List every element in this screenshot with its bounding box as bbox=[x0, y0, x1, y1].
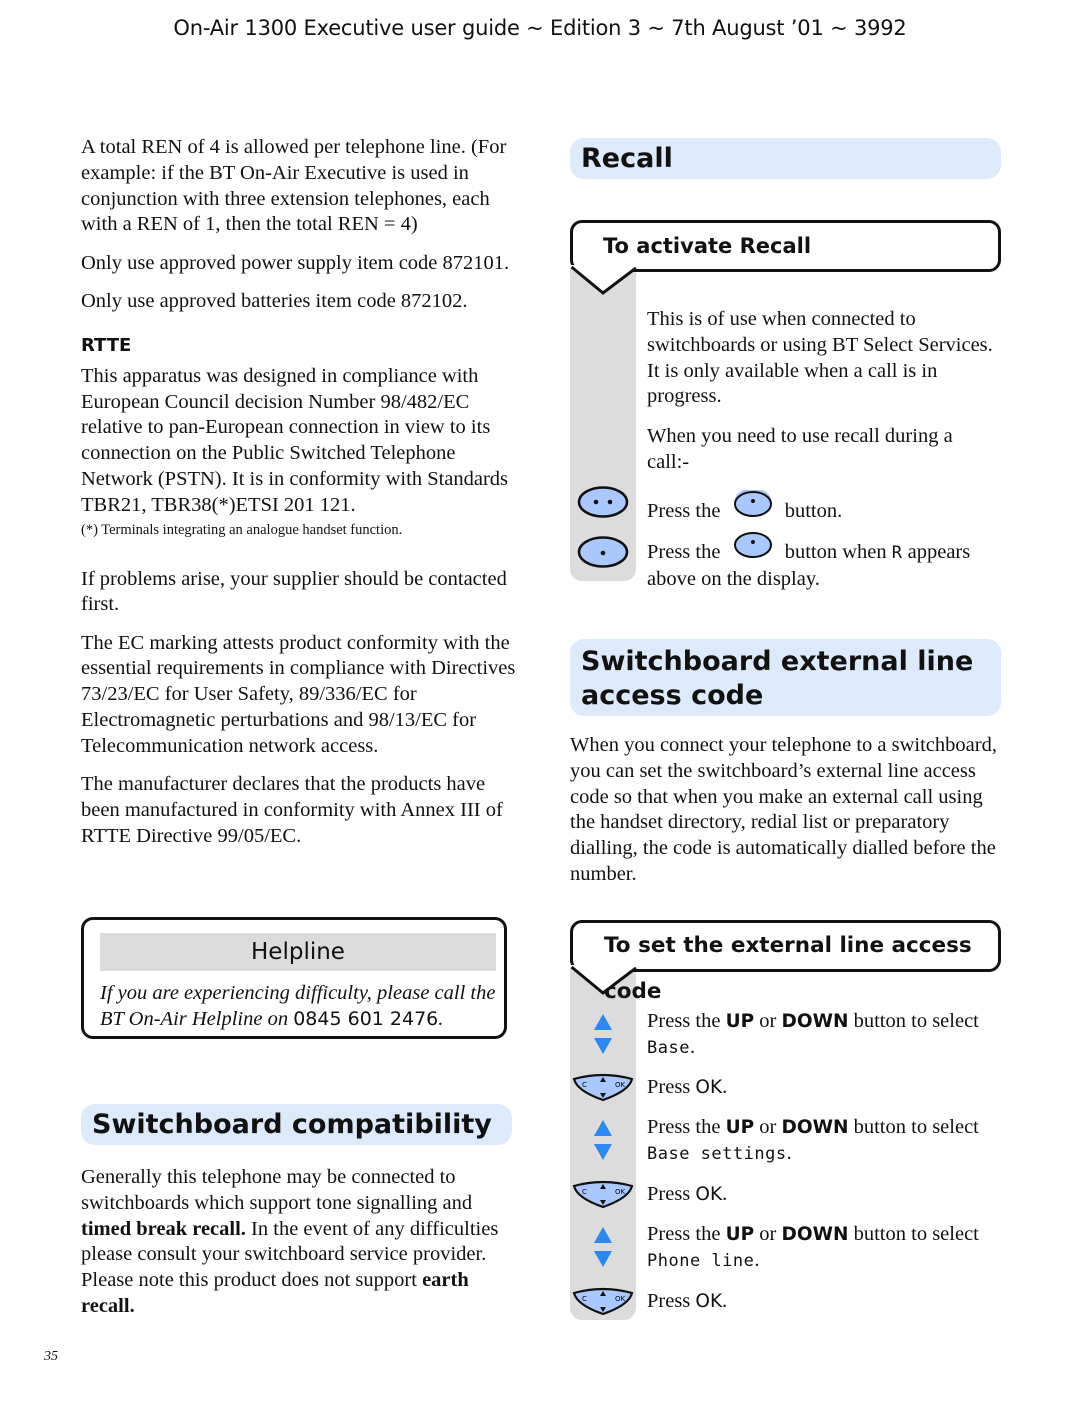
step-or: or bbox=[759, 1223, 777, 1245]
helpline-phone-number: 0845 601 2476 bbox=[293, 1008, 439, 1030]
external-line-paragraph: When you connect your telephone to a swi… bbox=[570, 734, 997, 885]
down-label: DOWN bbox=[781, 1011, 849, 1032]
navigation-ok-button-icon: C OK bbox=[572, 1287, 634, 1316]
rtte-paragraph: This apparatus was designed in complianc… bbox=[81, 364, 509, 516]
ren-paragraph: A total REN of 4 is allowed per telephon… bbox=[81, 136, 507, 236]
down-label: DOWN bbox=[781, 1224, 849, 1245]
step-pre: Press the bbox=[647, 1010, 721, 1032]
recall-intro: This is of use when connected to switchb… bbox=[647, 308, 993, 408]
up-arrow-icon bbox=[594, 1227, 612, 1243]
down-arrow-icon bbox=[594, 1038, 612, 1054]
one-dot-button-icon bbox=[577, 536, 629, 568]
external-line-heading-line-2: access code bbox=[581, 680, 764, 711]
up-down-arrows-icon bbox=[594, 1014, 612, 1054]
up-label: UP bbox=[725, 1224, 755, 1245]
display-text: Phone line bbox=[647, 1250, 755, 1271]
recall-callout-notch bbox=[570, 265, 637, 295]
ok-label: OK bbox=[615, 1188, 626, 1196]
helpline-box: Helpline If you are experiencing difficu… bbox=[81, 917, 507, 1039]
up-down-arrows-icon bbox=[594, 1120, 612, 1160]
helpline-text: If you are experiencing difficulty, plea… bbox=[100, 980, 500, 1032]
step-or: or bbox=[759, 1116, 777, 1138]
manufacturer-paragraph: The manufacturer declares that the produ… bbox=[81, 773, 503, 847]
supplier-paragraph: If problems arise, your supplier should … bbox=[81, 567, 507, 616]
step-pre: Press the bbox=[647, 1116, 721, 1138]
step-pre: Press bbox=[647, 1183, 691, 1205]
helpline-period: . bbox=[438, 1008, 444, 1030]
ok-label: OK bbox=[695, 1184, 723, 1205]
power-supply-paragraph: Only use approved power supply item code… bbox=[81, 251, 510, 274]
external-line-callout-notch bbox=[570, 965, 637, 995]
display-text: Base settings bbox=[647, 1143, 787, 1164]
external-line-heading-line-1: Switchboard external line bbox=[581, 646, 974, 677]
ec-marking-paragraph: The EC marking attests product conformit… bbox=[81, 631, 516, 757]
up-label: UP bbox=[725, 1011, 755, 1032]
recall-step-1: Press the button. bbox=[647, 488, 1007, 525]
ok-label: OK bbox=[695, 1291, 723, 1312]
navigation-ok-button-icon: C OK bbox=[572, 1073, 634, 1102]
step-end: . bbox=[786, 1141, 792, 1164]
external-line-step: Press the UP or DOWN button to select Ba… bbox=[647, 1115, 1007, 1168]
external-line-step: Press the UP or DOWN button to select Ph… bbox=[647, 1222, 1007, 1275]
step-post: button to select bbox=[853, 1223, 979, 1245]
step-end: . bbox=[722, 1076, 728, 1098]
switchboard-compatibility-paragraph: Generally this telephone may be connecte… bbox=[81, 1165, 521, 1320]
rtte-footnote: (*) Terminals integrating an analogue ha… bbox=[81, 521, 403, 538]
step-pre: Press bbox=[647, 1290, 691, 1312]
step-post: button to select bbox=[853, 1010, 979, 1032]
recall-when: When you need to use recall during a cal… bbox=[647, 425, 953, 473]
external-line-heading: Switchboard external line access code bbox=[570, 639, 1001, 716]
navigation-ok-button-icon: C OK bbox=[572, 1180, 634, 1209]
external-line-step: Press OK. bbox=[647, 1289, 1007, 1315]
recall-step-1-pre: Press the bbox=[647, 500, 721, 522]
compat-bold-timed-break-recall: timed break recall. bbox=[81, 1217, 246, 1240]
step-post: button to select bbox=[853, 1116, 979, 1138]
up-arrow-icon bbox=[594, 1120, 612, 1136]
step-pre: Press the bbox=[647, 1223, 721, 1245]
recall-step-1-post: button. bbox=[784, 500, 843, 522]
step-end: . bbox=[722, 1290, 728, 1312]
one-dot-button-inline-icon bbox=[733, 488, 772, 517]
external-line-step: Press OK. bbox=[647, 1075, 1007, 1101]
recall-step-2: Press the button when R appears above on… bbox=[647, 531, 1007, 593]
display-text: Base bbox=[647, 1037, 690, 1058]
ok-label: OK bbox=[615, 1081, 626, 1089]
up-arrow-icon bbox=[594, 1014, 612, 1030]
step-or: or bbox=[759, 1010, 777, 1032]
one-dot-button-inline-icon bbox=[733, 532, 772, 558]
helpline-title: Helpline bbox=[100, 933, 496, 971]
step-pre: Press bbox=[647, 1076, 691, 1098]
step-end: . bbox=[722, 1183, 728, 1205]
down-label: DOWN bbox=[781, 1117, 849, 1138]
document-header: On-Air 1300 Executive user guide ~ Editi… bbox=[173, 16, 907, 40]
ok-label: OK bbox=[695, 1077, 723, 1098]
down-arrow-icon bbox=[594, 1144, 612, 1160]
display-recall-symbol: R bbox=[891, 543, 903, 563]
down-arrow-icon bbox=[594, 1251, 612, 1267]
recall-step-2-pre: Press the bbox=[647, 541, 721, 563]
up-down-arrows-icon bbox=[594, 1227, 612, 1267]
c-label: C bbox=[582, 1188, 587, 1196]
recall-heading: Recall bbox=[570, 138, 1001, 179]
batteries-paragraph: Only use approved batteries item code 87… bbox=[81, 289, 468, 312]
external-line-step: Press OK. bbox=[647, 1182, 1007, 1208]
ok-label: OK bbox=[615, 1295, 626, 1303]
rtte-heading: RTTE bbox=[81, 334, 132, 356]
c-label: C bbox=[582, 1295, 587, 1303]
recall-step-2-post: button when bbox=[784, 541, 887, 563]
page-number: 35 bbox=[44, 1349, 58, 1364]
left-column: A total REN of 4 is allowed per telephon… bbox=[81, 135, 521, 850]
up-label: UP bbox=[725, 1117, 755, 1138]
step-end: . bbox=[689, 1035, 696, 1058]
c-label: C bbox=[582, 1081, 587, 1089]
switchboard-compatibility-heading: Switchboard compatibility bbox=[81, 1104, 512, 1145]
external-line-step: Press the UP or DOWN button to select Ba… bbox=[647, 1009, 1007, 1062]
two-dot-button-icon bbox=[577, 486, 629, 518]
step-end: . bbox=[754, 1248, 760, 1271]
compat-text-1: Generally this telephone may be connecte… bbox=[81, 1166, 473, 1214]
